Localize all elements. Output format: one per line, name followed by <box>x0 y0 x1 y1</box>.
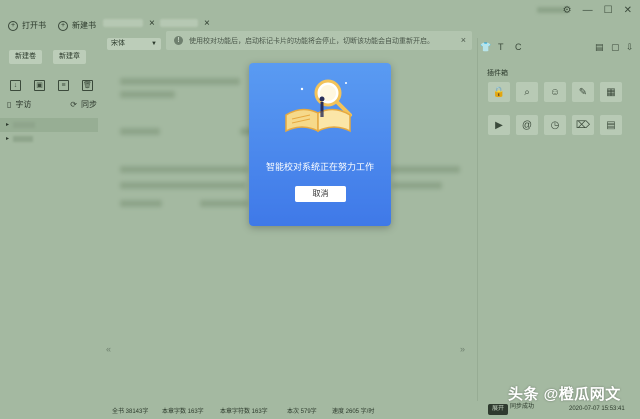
open-book-button[interactable]: + 打开书 <box>8 20 46 31</box>
import-icon[interactable]: ↓ <box>10 80 21 91</box>
right-panel: 👕 T C ▤ ▢ ⇩ 插件箱 🔒 ⌕ ☺ ✎ ▦ ▶ @ ◷ ⌦ ▤ <box>477 38 640 419</box>
book-magnifier-illustration <box>285 79 352 133</box>
plus-circle-icon: + <box>8 20 18 31</box>
plus-circle-icon: + <box>58 20 68 31</box>
volume-name-redacted <box>13 135 34 142</box>
redacted-text-line <box>120 166 248 173</box>
chevron-left-icon[interactable]: « <box>106 344 111 354</box>
book-icon: ▯ <box>7 100 12 109</box>
trash-icon[interactable]: 🗑 <box>82 80 93 91</box>
play-icon[interactable]: ▶ <box>488 115 510 135</box>
tag-icon[interactable]: ⌦ <box>572 115 594 135</box>
volume-item[interactable]: ▸ <box>6 121 36 128</box>
document-icon[interactable]: ▢ <box>611 42 620 53</box>
redacted-text-line <box>120 182 246 189</box>
plugin-grid: 🔒 ⌕ ☺ ✎ ▦ ▶ @ ◷ ⌦ ▤ <box>488 82 622 135</box>
redacted-text-line <box>120 78 240 85</box>
caret-right-icon: ▸ <box>6 136 10 142</box>
word-count-button[interactable]: ▯ 字访 <box>7 99 31 110</box>
font-select[interactable]: 宋体 ▼ <box>107 38 161 50</box>
volume-name-redacted <box>13 121 36 128</box>
close-icon[interactable]: × <box>204 18 210 29</box>
font-select-value: 宋体 <box>111 40 125 47</box>
chapter-chars: 本章字符数 163字 <box>220 409 268 415</box>
plugin-box-title: 插件箱 <box>487 70 508 77</box>
redacted-text-line <box>120 128 160 135</box>
proofreading-dialog: 智能校对系统正在努力工作 取消 <box>249 63 391 226</box>
volume-item[interactable]: ▸ <box>6 135 34 142</box>
dialog-message: 智能校对系统正在努力工作 <box>265 163 374 173</box>
clock-icon[interactable]: ◷ <box>544 115 566 135</box>
new-volume-button[interactable]: 新建卷 <box>9 50 42 64</box>
table-icon[interactable]: ▦ <box>600 82 622 102</box>
tab-chapter-2[interactable]: × <box>160 16 210 30</box>
search-icon[interactable]: ⌕ <box>516 82 538 102</box>
chapter-words: 本章字数 163字 <box>162 409 204 415</box>
shirt-icon[interactable]: 👕 <box>480 42 491 53</box>
export-icon[interactable]: ⇩ <box>626 42 634 53</box>
writing-app: + 打开书 + 新建书 × × ⚙ — ☐ ✕ ! 使用校对功能后，启动标记卡片… <box>0 0 640 419</box>
pencil-icon[interactable]: ✎ <box>572 82 594 102</box>
cancel-button[interactable]: 取消 <box>295 186 346 202</box>
caret-right-icon: ▸ <box>6 122 10 128</box>
left-sidebar: 新建卷 新建章 ↓ ▣ ≡ 🗑 ▯ 字访 ⟳ 同步 ▸ ▸ <box>0 38 100 419</box>
total-words: 全书 38143字 <box>112 409 149 415</box>
sync-label: 同步 <box>81 100 97 109</box>
tab-title-redacted <box>103 19 143 27</box>
archive-icon[interactable]: ▣ <box>34 80 45 91</box>
tab-title-redacted <box>160 19 198 27</box>
close-window-icon[interactable]: ✕ <box>624 5 632 16</box>
sidebar-sub-row: ▯ 字访 ⟳ 同步 <box>7 99 97 110</box>
sync-icon: ⟳ <box>70 100 77 109</box>
close-icon[interactable]: × <box>461 35 466 45</box>
at-icon[interactable]: @ <box>516 115 538 135</box>
session-words: 本次 579字 <box>287 409 317 415</box>
expand-button[interactable]: 展开 <box>488 404 509 415</box>
sync-button[interactable]: ⟳ 同步 <box>70 99 97 110</box>
settings-icon[interactable]: ⚙ <box>563 5 572 16</box>
split-icon[interactable]: ≡ <box>58 80 69 91</box>
redacted-text-line <box>120 91 175 98</box>
save-icon[interactable]: ▤ <box>595 42 604 53</box>
redacted-text-line <box>120 200 162 207</box>
tab-chapter-1[interactable]: × <box>103 16 155 30</box>
color-icon[interactable]: C <box>515 42 522 52</box>
redacted-text-line <box>390 166 460 173</box>
chevron-down-icon: ▼ <box>151 41 157 47</box>
notice-text: 使用校对功能后，启动标记卡片的功能将会停止，切断该功能会自动重新开启。 <box>189 37 434 45</box>
datetime: 2020-07-07 15:53:41 <box>569 406 625 412</box>
window-controls: ⚙ — ☐ ✕ <box>563 5 632 16</box>
open-book-label: 打开书 <box>22 21 46 30</box>
minimize-icon[interactable]: — <box>583 5 593 16</box>
chevron-right-icon[interactable]: » <box>460 344 465 354</box>
close-icon[interactable]: × <box>149 18 155 29</box>
word-count-label: 字访 <box>15 100 32 109</box>
head-icon[interactable]: ☺ <box>544 82 566 102</box>
new-chapter-button[interactable]: 新建章 <box>53 50 86 64</box>
watermark: 头条 @橙瓜网文 <box>508 386 621 403</box>
notes-icon[interactable]: ▤ <box>600 115 622 135</box>
redacted-text-line <box>200 200 248 207</box>
sidebar-icon-row: ↓ ▣ ≡ 🗑 <box>10 80 93 91</box>
text-icon[interactable]: T <box>498 42 504 52</box>
info-icon: ! <box>174 36 183 45</box>
writing-speed: 速度 2605 字/时 <box>332 409 375 415</box>
new-book-label: 新建书 <box>72 21 96 30</box>
maximize-icon[interactable]: ☐ <box>604 5 613 16</box>
redacted-text-line <box>392 182 442 189</box>
notice-banner: ! 使用校对功能后，启动标记卡片的功能将会停止，切断该功能会自动重新开启。 × <box>166 31 472 50</box>
new-book-button[interactable]: + 新建书 <box>58 20 96 31</box>
lock-icon[interactable]: 🔒 <box>488 82 510 102</box>
